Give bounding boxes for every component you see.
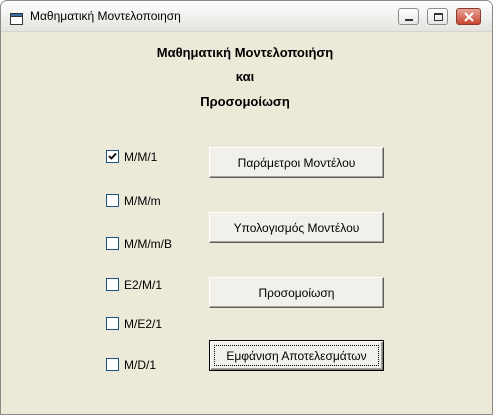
heading-subtitle: Προσομοίωση: [200, 94, 290, 109]
me21-label: M/E2/1: [124, 317, 163, 331]
md1-label: M/D/1: [124, 358, 157, 372]
heading-conjunction: και: [235, 69, 255, 84]
checkmark-icon: [108, 152, 117, 160]
e2m1-checkbox[interactable]: [106, 278, 119, 291]
close-button[interactable]: [456, 8, 481, 25]
mm1-label: M/M/1: [124, 150, 158, 164]
e2m1-label: E2/M/1: [124, 278, 163, 292]
compute-model-button[interactable]: Υπολογισμός Μοντέλου: [209, 212, 384, 243]
simulation-label: Προσομοίωση: [258, 285, 335, 300]
mmmb-checkbox[interactable]: [106, 237, 119, 250]
window-title: Μαθηματική Μοντελοποιηση: [30, 9, 181, 23]
maximize-icon: [434, 13, 443, 21]
simulation-button[interactable]: Προσομοίωση: [209, 277, 384, 308]
minimize-button[interactable]: [398, 8, 419, 25]
md1-checkbox[interactable]: [106, 358, 119, 371]
title-bar[interactable]: Μαθηματική Μοντελοποιηση: [1, 1, 492, 32]
minimize-icon: [405, 19, 413, 21]
me21-checkbox[interactable]: [106, 317, 119, 330]
mmmb-label: M/M/m/B: [124, 237, 172, 251]
maximize-button[interactable]: [427, 8, 448, 25]
show-results-button[interactable]: Εμφάνιση Αποτελεσμάτων: [209, 340, 384, 371]
mm1-checkbox[interactable]: [106, 150, 119, 163]
model-parameters-label: Παράμετροι Μοντέλου: [237, 155, 356, 170]
app-icon: [10, 10, 23, 25]
model-parameters-button[interactable]: Παράμετροι Μοντέλου: [209, 147, 384, 178]
close-icon: [464, 12, 474, 22]
show-results-label: Εμφάνιση Αποτελεσμάτων: [226, 348, 367, 363]
mmm-label: M/M/m: [124, 194, 161, 208]
mmm-checkbox[interactable]: [106, 194, 119, 207]
form-area: Μαθηματική Μοντελοποιήση και Προσομοίωση…: [5, 32, 488, 410]
application-window: Μαθηματική Μοντελοποιηση Μαθηματική Μοντ…: [0, 0, 493, 415]
heading-title: Μαθηματική Μοντελοποιήση: [156, 45, 334, 60]
compute-model-label: Υπολογισμός Μοντέλου: [233, 220, 360, 235]
